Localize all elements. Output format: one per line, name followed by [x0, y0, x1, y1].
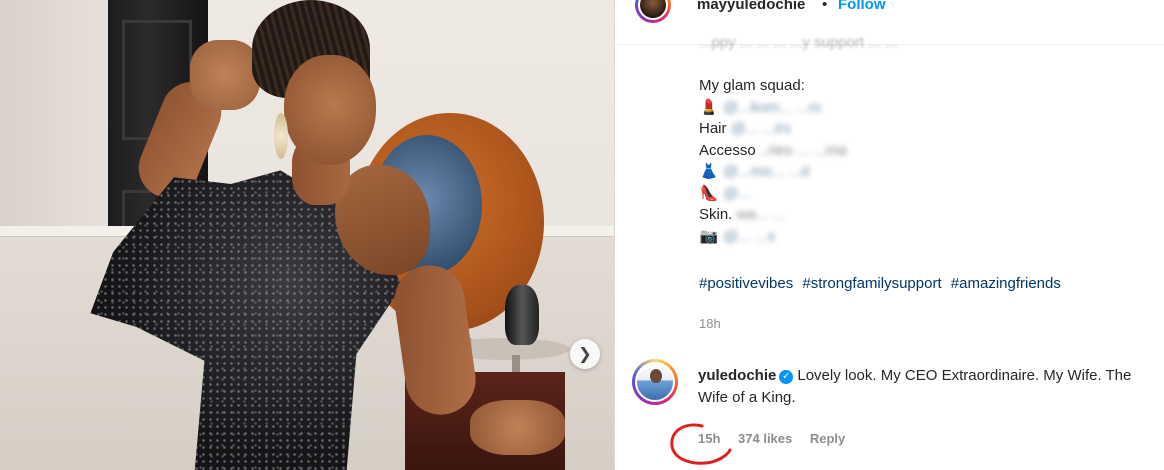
dress-icon: 👗 — [699, 163, 719, 180]
caption-mention[interactable]: @... — [723, 183, 751, 205]
panel-divider — [614, 0, 615, 470]
comment-avatar[interactable] — [632, 359, 678, 405]
post-photo[interactable]: ❯ — [0, 0, 614, 470]
caption-blurred-text: wa... ... — [736, 206, 785, 223]
avatar-image — [638, 0, 668, 20]
caption-line: Hair @... ...irs — [699, 118, 1139, 140]
photo-face — [284, 55, 376, 165]
caption-label: Accesso — [699, 141, 756, 159]
hashtag-link[interactable]: #positivevibes — [699, 275, 793, 292]
hashtag-link[interactable]: #strongfamilysupport — [802, 275, 941, 292]
photo-lowered-hand — [470, 400, 565, 455]
caption-line: 👗 @...mo... ...d — [699, 161, 1139, 183]
caption-line: 👠 @... — [699, 183, 1139, 205]
verified-badge-icon: ✓ — [779, 370, 794, 384]
caption-mention[interactable]: @... ...s — [723, 226, 775, 248]
caption-glam-heading: My glam squad: — [699, 77, 805, 94]
post-username[interactable]: mayyuledochie — [697, 0, 805, 13]
caption-label: Skin. — [699, 206, 733, 223]
photo-vase — [505, 285, 539, 345]
camera-icon: 📷 — [699, 227, 719, 245]
caption-line: Skin. wa... ... — [699, 204, 1139, 226]
comment-likes[interactable]: 374 likes — [738, 431, 792, 446]
caption-mention[interactable]: @...kom... ...rs — [723, 97, 821, 119]
photo-raised-hand — [190, 40, 260, 110]
heel-shoe-icon: 👠 — [699, 184, 719, 202]
comment-username[interactable]: yuledochie — [698, 367, 776, 384]
caption-line: Accesso...ries ... ...ma — [699, 140, 1139, 162]
comment-timestamp[interactable]: 15h — [698, 431, 720, 446]
separator-dot: • — [822, 0, 828, 13]
hashtag-list: #positivevibes #strongfamilysupport #ama… — [699, 275, 1066, 292]
caption-line: 📷 @... ...s — [699, 226, 1139, 248]
photo-earring — [274, 113, 288, 159]
comment-meta: 15h 374 likes Reply — [698, 431, 859, 446]
post-timestamp[interactable]: 18h — [699, 316, 721, 331]
caption-label: Hair — [699, 120, 727, 137]
caption-blurred-text: ...ries ... ...ma — [755, 141, 847, 159]
caption-mention[interactable]: @...mo... ...d — [723, 161, 809, 183]
caption-first-line: ...ppy ... ... ... ...y support ... ... — [699, 34, 898, 51]
caption-mention[interactable]: @... ...irs — [731, 118, 791, 140]
comment: yuledochie ✓ Lovely look. My CEO Extraordi… — [698, 365, 1158, 409]
caption-line: 💄 @...kom... ...rs — [699, 97, 1139, 119]
avatar[interactable] — [635, 0, 671, 23]
lipstick-icon: 💄 — [699, 98, 719, 116]
chevron-right-icon[interactable]: ❯ — [570, 339, 600, 369]
comment-avatar-figure — [650, 369, 662, 383]
comment-avatar-image — [635, 362, 675, 402]
follow-button[interactable]: Follow — [838, 0, 886, 13]
reply-button[interactable]: Reply — [810, 431, 845, 446]
hashtag-link[interactable]: #amazingfriends — [951, 275, 1061, 292]
post-caption: ...ppy ... ... ... ...y support ... ... … — [699, 32, 1139, 247]
